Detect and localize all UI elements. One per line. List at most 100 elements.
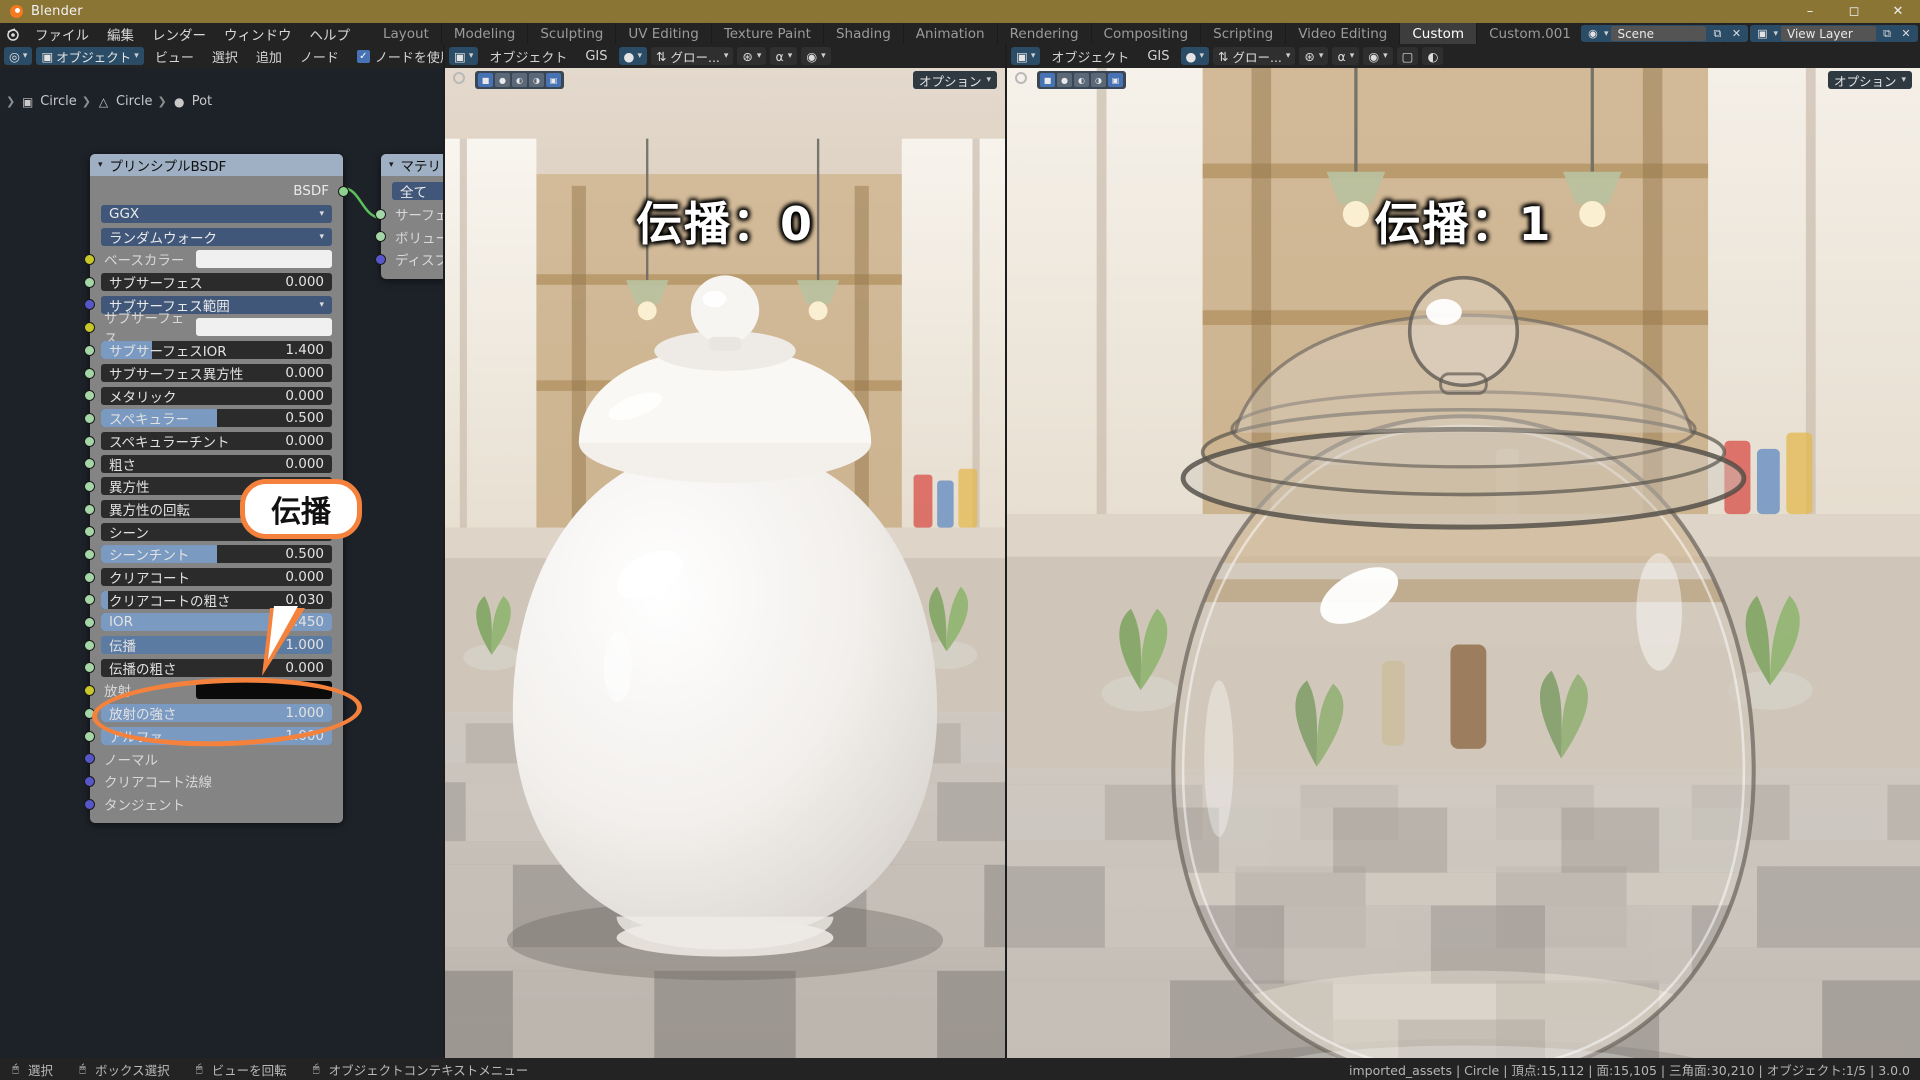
wireframe-shading-icon[interactable]: ■	[478, 73, 493, 87]
tab-sculpting[interactable]: Sculpting	[528, 23, 616, 44]
overlays-toggle[interactable]: ▢	[1397, 47, 1419, 65]
tab-custom[interactable]: Custom	[1400, 23, 1477, 44]
menu-gis[interactable]: GIS	[578, 47, 614, 65]
scene-name[interactable]: Scene	[1611, 26, 1706, 41]
property-row[interactable]: スペキュラー0.500	[90, 407, 343, 430]
property-dropdown[interactable]: サブサーフェス範囲▾	[101, 296, 332, 314]
property-row[interactable]: メタリック0.000	[90, 384, 343, 407]
xray-toggle-icon[interactable]: ▣	[1108, 73, 1123, 87]
proportional-edit-toggle[interactable]: ◉ ▾	[801, 47, 830, 65]
property-row[interactable]: クリアコート法線	[90, 770, 343, 793]
view-layer-selector[interactable]: ▣ ▾ View Layer ⧉ ✕	[1750, 25, 1918, 42]
output-target-dropdown[interactable]: 全て ▾	[392, 182, 443, 200]
shading-toggle[interactable]: ◐	[1422, 47, 1443, 65]
menu-select[interactable]: 選択	[205, 47, 245, 65]
input-socket[interactable]	[84, 731, 95, 742]
menu-view[interactable]: ビュー	[148, 47, 201, 65]
input-socket[interactable]	[84, 594, 95, 605]
menu-render[interactable]: レンダー	[143, 23, 215, 44]
input-socket[interactable]	[84, 254, 95, 265]
use-nodes-toggle[interactable]: ✓ ノードを使用	[350, 47, 443, 65]
transform-orientation-dropdown[interactable]: ⇅ グロー... ▾	[1213, 47, 1295, 65]
property-row[interactable]: サブサーフェス異方性0.000	[90, 362, 343, 385]
distribution-row[interactable]: GGX ▾	[90, 203, 343, 226]
chevron-down-icon[interactable]: ▾	[98, 160, 103, 170]
menu-gis[interactable]: GIS	[1140, 47, 1176, 65]
tab-custom-001[interactable]: Custom.001	[1477, 23, 1584, 44]
input-socket[interactable]	[84, 413, 95, 424]
property-row[interactable]: サブサーフェス範囲▾	[90, 293, 343, 316]
node-canvas[interactable]: ❯ ▣ Circle ❯ △ Circle ❯ ● Pot	[0, 68, 443, 1058]
view-object-types-button[interactable]: ● ▾	[1181, 47, 1209, 65]
property-slider[interactable]: サブサーフェス異方性0.000	[101, 364, 332, 382]
snap-toggle[interactable]: ⍺ ▾	[770, 47, 797, 65]
input-socket[interactable]	[84, 572, 95, 583]
property-slider[interactable]: スペキュラーチント0.000	[101, 432, 332, 450]
input-socket[interactable]	[84, 776, 95, 787]
input-socket[interactable]	[84, 481, 95, 492]
property-row[interactable]: ベースカラー	[90, 248, 343, 271]
view-object-types-button[interactable]: ● ▾	[619, 47, 647, 65]
input-socket[interactable]	[375, 254, 386, 265]
close-icon[interactable]: ✕	[1876, 0, 1920, 23]
node-input-row[interactable]: サーフェス	[381, 203, 443, 226]
distribution-dropdown[interactable]: GGX ▾	[101, 205, 332, 223]
scene-selector[interactable]: ◉ ▾ Scene ⧉ ✕	[1581, 25, 1749, 42]
proportional-edit-toggle[interactable]: ◉ ▾	[1363, 47, 1392, 65]
material-preview-icon[interactable]: ◐	[1074, 73, 1089, 87]
input-socket[interactable]	[84, 549, 95, 560]
property-slider[interactable]: サブサーフェスIOR1.400	[101, 341, 332, 359]
property-row[interactable]: サブサーフェス0.000	[90, 271, 343, 294]
input-socket[interactable]	[84, 799, 95, 810]
tab-shading[interactable]: Shading	[824, 23, 904, 44]
menu-edit[interactable]: 編集	[98, 23, 143, 44]
solid-shading-icon[interactable]: ●	[495, 73, 510, 87]
editor-type-selector[interactable]: ◎ ▾	[4, 47, 32, 65]
bsdf-output-row[interactable]: BSDF	[90, 180, 343, 203]
duplicate-icon[interactable]: ⧉	[1709, 27, 1725, 41]
material-preview-icon[interactable]: ◐	[512, 73, 527, 87]
input-socket[interactable]	[84, 640, 95, 651]
subsurface-method-row[interactable]: ランダムウォーク ▾	[90, 225, 343, 248]
tab-scripting[interactable]: Scripting	[1201, 23, 1286, 44]
input-socket[interactable]	[84, 617, 95, 628]
property-slider[interactable]: 粗さ0.000	[101, 455, 332, 473]
output-target-row[interactable]: 全て ▾	[381, 180, 443, 203]
maximize-icon[interactable]: ◻	[1832, 0, 1876, 23]
property-slider[interactable]: アルファ1.000	[101, 727, 332, 745]
input-socket[interactable]	[84, 368, 95, 379]
pivot-point-dropdown[interactable]: ⊛ ▾	[1299, 47, 1328, 65]
input-socket[interactable]	[84, 390, 95, 401]
property-row[interactable]: スペキュラーチント0.000	[90, 430, 343, 453]
shader-type-selector[interactable]: ▣ オブジェクト ▾	[36, 47, 143, 65]
menu-help[interactable]: ヘルプ	[301, 23, 360, 44]
viewport-options-button[interactable]: オプション ▾	[913, 71, 997, 89]
rendered-shading-icon[interactable]: ◑	[529, 73, 544, 87]
editor-type-selector[interactable]: ▣ ▾	[449, 47, 478, 65]
property-slider[interactable]: スペキュラー0.500	[101, 409, 332, 427]
color-swatch[interactable]	[196, 318, 332, 336]
viewport-gizmo[interactable]	[1015, 72, 1027, 84]
input-socket[interactable]	[84, 526, 95, 537]
view-layer-name[interactable]: View Layer	[1781, 26, 1876, 41]
tab-animation[interactable]: Animation	[904, 23, 998, 44]
tab-rendering[interactable]: Rendering	[998, 23, 1092, 44]
blender-icon[interactable]	[0, 23, 26, 44]
snap-toggle[interactable]: ⍺ ▾	[1332, 47, 1359, 65]
menu-file[interactable]: ファイル	[26, 23, 98, 44]
tab-modeling[interactable]: Modeling	[442, 23, 528, 44]
menu-add[interactable]: 追加	[249, 47, 289, 65]
color-swatch[interactable]	[196, 250, 332, 268]
viewport-left-canvas[interactable]: ■ ● ◐ ◑ ▣ オプション ▾ 伝播：0	[445, 68, 1005, 1058]
x-icon[interactable]: ✕	[1728, 27, 1744, 40]
input-socket[interactable]	[84, 436, 95, 447]
mode-selector[interactable]: オブジェクト	[482, 47, 574, 65]
input-socket[interactable]	[84, 504, 95, 515]
editor-type-selector[interactable]: ▣ ▾	[1011, 47, 1040, 65]
tab-texture-paint[interactable]: Texture Paint	[712, 23, 824, 44]
minimize-icon[interactable]: –	[1788, 0, 1832, 23]
tab-compositing[interactable]: Compositing	[1092, 23, 1202, 44]
duplicate-icon[interactable]: ⧉	[1879, 27, 1895, 41]
viewport-gizmo[interactable]	[453, 72, 465, 84]
wireframe-shading-icon[interactable]: ■	[1040, 73, 1055, 87]
